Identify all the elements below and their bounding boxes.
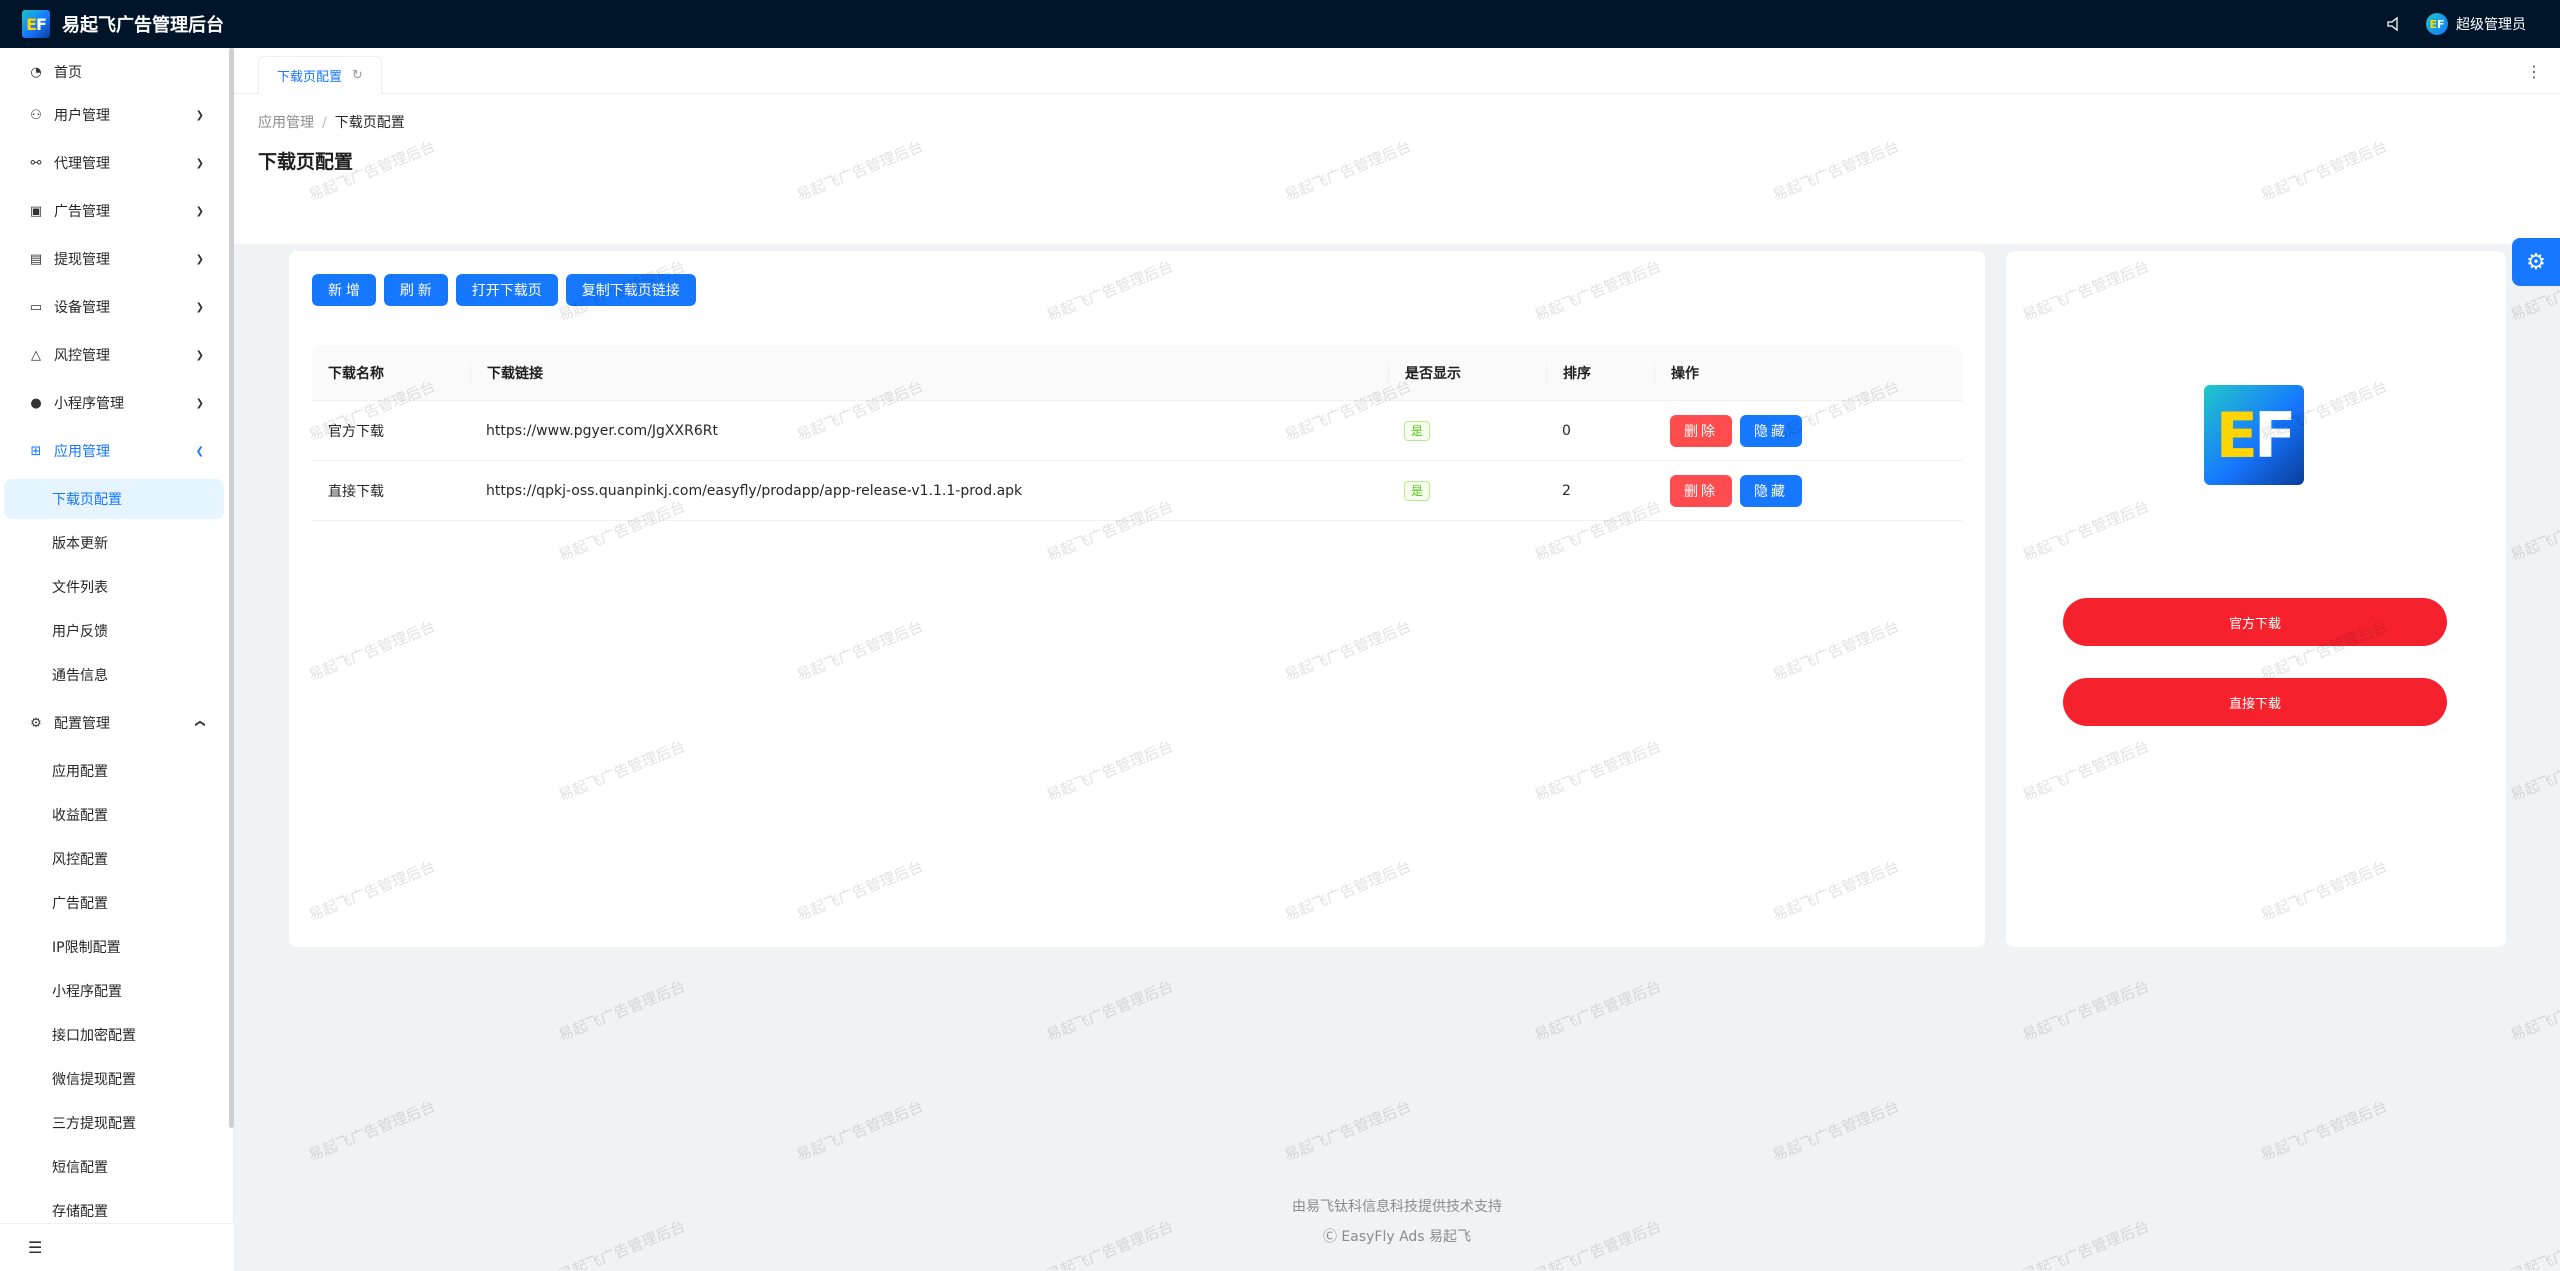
footer-support: 由易飞钛科信息科技提供技术支持 (1292, 1199, 1502, 1215)
cell-name: 直接下载 (328, 483, 384, 500)
sidebar-subitem-version[interactable]: 版本更新 (4, 523, 224, 563)
refresh-button[interactable]: 刷 新 (383, 274, 448, 306)
settings-float-button[interactable]: ⚙ (2512, 238, 2560, 286)
sidebar-item-config[interactable]: ⚙ 配置管理 ❯ (0, 703, 226, 743)
gear-icon: ⚙ (30, 715, 42, 731)
column-header-show: 是否显示 (1388, 362, 1546, 383)
app-logo: EF (22, 10, 50, 38)
warning-icon: △ (31, 347, 41, 363)
table-row: 直接下载 https://qpkj-oss.quanpinkj.com/easy… (312, 461, 1962, 521)
chevron-down-icon: ❯ (195, 349, 204, 361)
sidebar-subitem-storage-config[interactable]: 存储配置 (4, 1191, 224, 1223)
sidebar-subitem-encrypt-config[interactable]: 接口加密配置 (4, 1015, 224, 1055)
column-header-actions: 操作 (1654, 362, 1962, 383)
user-name[interactable]: 超级管理员 (2456, 14, 2526, 34)
bell-icon[interactable] (2386, 16, 2402, 32)
sidebar-subitem-miniprogram-config[interactable]: 小程序配置 (4, 971, 224, 1011)
preview-app-logo: EF (2204, 385, 2304, 485)
sidebar-subitem-ip-config[interactable]: IP限制配置 (4, 927, 224, 967)
collapse-sidebar-button[interactable]: ☰ (0, 1223, 234, 1271)
column-header-link: 下载链接 (470, 362, 1388, 383)
hide-button[interactable]: 隐藏 (1740, 414, 1802, 447)
sidebar-item-home[interactable]: ◔ 首页 (0, 52, 226, 92)
tab-bar: 下载页配置 ↻ ⋮ (234, 48, 2560, 94)
table-header: 下载名称 下载链接 是否显示 排序 操作 (312, 345, 1962, 401)
chevron-up-icon: ❯ (194, 718, 206, 728)
sidebar-item-withdraw[interactable]: ▤ 提现管理 ❯ (0, 239, 226, 279)
sidebar-subitem-ad-config[interactable]: 广告配置 (4, 883, 224, 923)
reload-icon[interactable]: ↻ (352, 68, 363, 83)
sidebar: ◔ 首页 ⚇ 用户管理 ❯ ⚯ 代理管理 ❯ ▣ 广告管理 ❯ ▤ 提现管理 ❯ ▭ 设备管理 ❯ △… (0, 48, 234, 1271)
table-row: 官方下载 https://www.pgyer.com/JgXXR6Rt 是 0 … (312, 401, 1962, 461)
gear-icon: ⚙ (2526, 249, 2546, 275)
sidebar-item-users[interactable]: ⚇ 用户管理 ❯ (0, 95, 226, 135)
footer-copyright: Ⓒ EasyFly Ads 易起飞 (1322, 1229, 1472, 1245)
download-page-preview-card: EF 官方下载 直接下载 (2006, 251, 2506, 947)
sidebar-subitem-third-withdraw-config[interactable]: 三方提现配置 (4, 1103, 224, 1143)
sidebar-item-apps[interactable]: ⊞ 应用管理 ❮ (0, 431, 226, 471)
column-header-name: 下载名称 (328, 365, 384, 382)
add-button[interactable]: 新 增 (312, 274, 376, 306)
sidebar-subitem-income-config[interactable]: 收益配置 (4, 795, 224, 835)
wechat-icon: ● (30, 395, 42, 411)
column-header-order: 排序 (1546, 362, 1654, 383)
page-header (234, 94, 2560, 244)
sidebar-item-agents[interactable]: ⚯ 代理管理 ❯ (0, 143, 226, 183)
sidebar-subitem-wechat-withdraw-config[interactable]: 微信提现配置 (4, 1059, 224, 1099)
sidebar-subitem-feedback[interactable]: 用户反馈 (4, 611, 224, 651)
direct-download-button[interactable]: 直接下载 (2063, 678, 2447, 726)
cell-link: https://www.pgyer.com/JgXXR6Rt (486, 422, 718, 439)
chevron-down-icon: ❯ (195, 253, 204, 265)
chevron-up-icon: ❮ (195, 445, 204, 457)
sidebar-item-risk[interactable]: △ 风控管理 ❯ (0, 335, 226, 375)
avatar[interactable]: EF (2426, 13, 2448, 35)
chevron-down-icon: ❯ (195, 205, 204, 217)
tab-download-config[interactable]: 下载页配置 ↻ (258, 56, 382, 94)
chevron-down-icon: ❯ (195, 109, 204, 121)
more-vertical-icon[interactable]: ⋮ (2526, 62, 2542, 81)
top-header: EF 易起飞广告管理后台 EF 超级管理员 (0, 0, 2560, 48)
apps-icon: ⊞ (30, 443, 42, 459)
sidebar-item-ads[interactable]: ▣ 广告管理 ❯ (0, 191, 226, 231)
sidebar-subitem-files[interactable]: 文件列表 (4, 567, 224, 607)
main-content: 下载页配置 ↻ ⋮ 应用管理 / 下载页配置 下载页配置 新 增 刷 新 打开下载页… (234, 48, 2560, 1271)
sidebar-subitem-download-config[interactable]: 下载页配置 (4, 479, 224, 519)
cell-link: https://qpkj-oss.quanpinkj.com/easyfly/p… (486, 482, 1023, 499)
download-config-table-card: 新 增 刷 新 打开下载页 复制下载页链接 下载名称 下载链接 是否显示 排序 … (289, 251, 1985, 947)
official-download-button[interactable]: 官方下载 (2063, 598, 2447, 646)
app-title: 易起飞广告管理后台 (62, 15, 224, 36)
status-badge: 是 (1404, 480, 1431, 501)
sidebar-subitem-app-config[interactable]: 应用配置 (4, 751, 224, 791)
delete-button[interactable]: 删除 (1670, 474, 1732, 507)
sidebar-subitem-sms-config[interactable]: 短信配置 (4, 1147, 224, 1187)
delete-button[interactable]: 删除 (1670, 414, 1732, 447)
sidebar-subitem-notice[interactable]: 通告信息 (4, 655, 224, 695)
hide-button[interactable]: 隐藏 (1740, 474, 1802, 507)
cell-order: 0 (1562, 422, 1571, 439)
breadcrumb-parent[interactable]: 应用管理 (258, 115, 314, 131)
cell-name: 官方下载 (328, 423, 384, 440)
page-title: 下载页配置 (258, 151, 354, 173)
open-download-page-button[interactable]: 打开下载页 (455, 274, 558, 306)
sidebar-subitem-risk-config[interactable]: 风控配置 (4, 839, 224, 879)
download-table: 下载名称 下载链接 是否显示 排序 操作 官方下载 https://www.pg… (312, 345, 1962, 521)
toolbar: 新 增 刷 新 打开下载页 复制下载页链接 (312, 274, 696, 306)
withdraw-icon: ▤ (29, 251, 43, 267)
breadcrumb-current: 下载页配置 (334, 115, 405, 131)
copy-download-link-button[interactable]: 复制下载页链接 (565, 274, 696, 306)
cell-order: 2 (1562, 482, 1571, 499)
chevron-down-icon: ❯ (195, 301, 204, 313)
chevron-down-icon: ❯ (195, 397, 204, 409)
chevron-down-icon: ❯ (195, 157, 204, 169)
user-icon: ⚇ (30, 107, 42, 123)
menu-fold-icon: ☰ (28, 1238, 43, 1257)
sidebar-item-miniprogram[interactable]: ● 小程序管理 ❯ (0, 383, 226, 423)
sidebar-item-devices[interactable]: ▭ 设备管理 ❯ (0, 287, 226, 327)
ad-icon: ▣ (29, 203, 43, 219)
agent-icon: ⚯ (30, 155, 42, 171)
dashboard-icon: ◔ (30, 64, 42, 80)
breadcrumb: 应用管理 / 下载页配置 (258, 115, 405, 131)
status-badge: 是 (1404, 420, 1431, 441)
monitor-icon: ▭ (29, 299, 43, 315)
